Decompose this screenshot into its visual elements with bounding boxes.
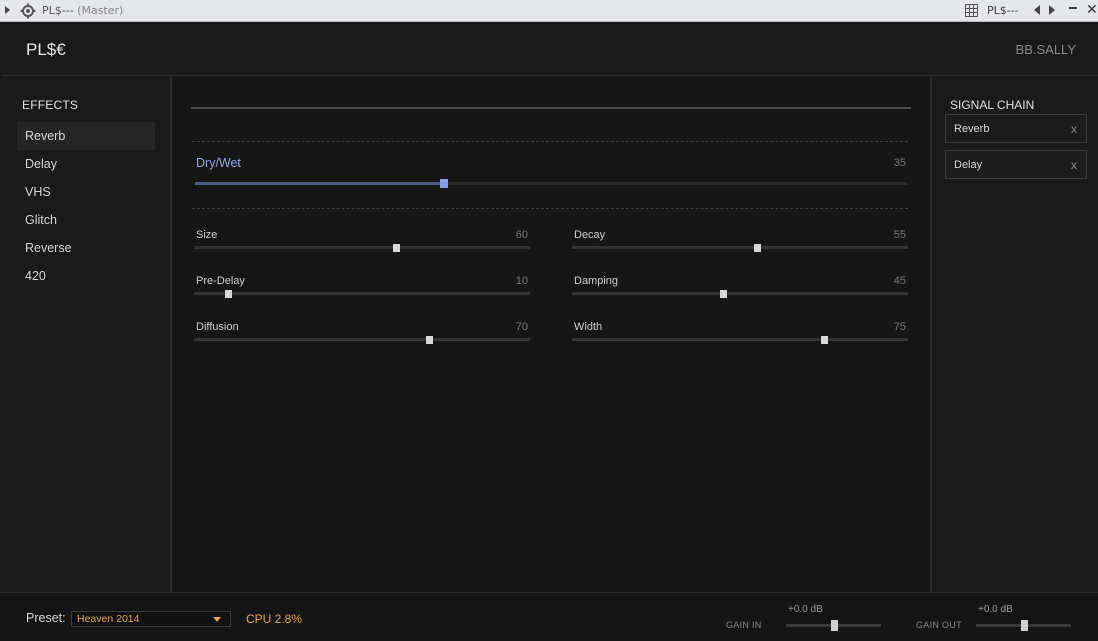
remove-button[interactable]: x bbox=[1071, 158, 1079, 172]
chain-item-delay[interactable]: Delay x bbox=[945, 150, 1087, 179]
gain-in-slider-thumb[interactable] bbox=[830, 620, 838, 631]
host-title-bar: PL$--- (Master) PL$--- ✕ bbox=[0, 0, 1098, 22]
dry-wet-slider-fill bbox=[195, 182, 445, 185]
signal-chain-panel: SIGNAL CHAIN Reverb x Delay x bbox=[930, 77, 1098, 592]
gain-out-slider-thumb[interactable] bbox=[1020, 620, 1028, 631]
divider bbox=[192, 208, 908, 209]
param-value: 70 bbox=[515, 321, 528, 333]
param-pre-delay: Pre-Delay 10 bbox=[194, 275, 530, 315]
chain-item-label: Reverb bbox=[954, 123, 990, 135]
preset-label: Preset: bbox=[26, 611, 66, 625]
param-value: 10 bbox=[515, 275, 528, 287]
preset-value: Heaven 2014 bbox=[77, 613, 140, 625]
param-value: 55 bbox=[893, 229, 906, 241]
gain-in-slider[interactable] bbox=[786, 620, 881, 631]
param-decay: Decay 55 bbox=[572, 229, 908, 269]
effect-list: Reverb Delay VHS Glitch Reverse 420 bbox=[17, 122, 155, 290]
damping-slider[interactable] bbox=[572, 290, 908, 298]
host-plugin-name[interactable]: PL$--- bbox=[987, 4, 1031, 18]
param-damping: Damping 45 bbox=[572, 275, 908, 315]
cpu-readout: CPU 2.8% bbox=[246, 612, 303, 626]
expand-arrow-icon[interactable] bbox=[5, 6, 10, 14]
dry-wet-slider-thumb[interactable] bbox=[440, 179, 449, 188]
pre-delay-slider-thumb[interactable] bbox=[224, 290, 232, 298]
param-diffusion: Diffusion 70 bbox=[194, 321, 530, 361]
app-title: PL$€ bbox=[26, 40, 66, 59]
host-window-title: PL$--- (Master) bbox=[42, 4, 123, 17]
param-label: Width bbox=[574, 321, 603, 333]
width-slider[interactable] bbox=[572, 336, 908, 344]
remove-button[interactable]: x bbox=[1071, 122, 1079, 136]
pre-delay-slider[interactable] bbox=[194, 290, 530, 298]
diffusion-slider-thumb[interactable] bbox=[426, 336, 434, 344]
host-title-text: PL$--- bbox=[42, 4, 74, 17]
gear-icon[interactable] bbox=[20, 3, 36, 19]
param-label: Diffusion bbox=[196, 321, 239, 333]
effect-item-delay[interactable]: Delay bbox=[17, 150, 155, 178]
prev-arrow-icon[interactable] bbox=[1034, 5, 1040, 15]
size-slider[interactable] bbox=[194, 244, 530, 252]
decay-slider[interactable] bbox=[572, 244, 908, 252]
effect-item-vhs[interactable]: VHS bbox=[17, 178, 155, 206]
dry-wet-slider[interactable] bbox=[195, 179, 907, 188]
gain-out-value: +0.0 dB bbox=[978, 604, 1013, 615]
size-slider-thumb[interactable] bbox=[392, 244, 400, 252]
footer-bar: Preset: Heaven 2014 CPU 2.8% +0.0 dB GAI… bbox=[0, 592, 1098, 641]
param-value: 45 bbox=[893, 275, 906, 287]
effect-item-glitch[interactable]: Glitch bbox=[17, 206, 155, 234]
width-slider-thumb[interactable] bbox=[821, 336, 828, 344]
divider bbox=[192, 141, 908, 142]
param-label: Pre-Delay bbox=[196, 275, 245, 287]
plugin-header: PL$€ BB.SALLY bbox=[2, 23, 1098, 76]
dry-wet-value: 35 bbox=[893, 157, 906, 169]
param-size: Size 60 bbox=[194, 229, 530, 269]
signal-chain-heading: SIGNAL CHAIN bbox=[950, 98, 1035, 112]
close-icon[interactable]: ✕ bbox=[1086, 1, 1098, 19]
param-value: 60 bbox=[515, 229, 528, 241]
minimize-icon[interactable] bbox=[1069, 7, 1077, 9]
effects-heading: EFFECTS bbox=[22, 98, 79, 112]
dry-wet-label: Dry/Wet bbox=[196, 156, 241, 170]
user-name: BB.SALLY bbox=[1015, 42, 1076, 57]
effect-item-420[interactable]: 420 bbox=[17, 262, 155, 290]
param-label: Damping bbox=[574, 275, 619, 287]
gain-in-label: GAIN IN bbox=[726, 620, 762, 630]
preset-dropdown[interactable]: Heaven 2014 bbox=[71, 611, 231, 627]
grid-icon[interactable] bbox=[965, 4, 978, 17]
next-arrow-icon[interactable] bbox=[1049, 5, 1055, 15]
param-width: Width 75 bbox=[572, 321, 908, 361]
divider bbox=[191, 107, 911, 109]
param-value: 75 bbox=[893, 321, 906, 333]
chain-item-label: Delay bbox=[954, 159, 983, 171]
gain-out-label: GAIN OUT bbox=[916, 620, 962, 630]
damping-slider-thumb[interactable] bbox=[720, 290, 728, 298]
param-label: Size bbox=[196, 229, 218, 241]
gain-in-value: +0.0 dB bbox=[788, 604, 823, 615]
effects-sidebar: EFFECTS Reverb Delay VHS Glitch Reverse … bbox=[2, 77, 172, 592]
effect-item-reverb[interactable]: Reverb bbox=[17, 122, 155, 150]
decay-slider-thumb[interactable] bbox=[753, 244, 761, 252]
parameter-panel: Dry/Wet 35 Size 60 Decay 55 Pre-Delay 10… bbox=[172, 77, 930, 592]
dropdown-caret-icon bbox=[213, 617, 221, 622]
chain-item-reverb[interactable]: Reverb x bbox=[945, 114, 1087, 143]
gain-out-slider[interactable] bbox=[976, 620, 1071, 631]
param-label: Decay bbox=[574, 229, 606, 241]
host-title-subtitle: (Master) bbox=[77, 4, 124, 17]
diffusion-slider[interactable] bbox=[194, 336, 530, 344]
effect-item-reverse[interactable]: Reverse bbox=[17, 234, 155, 262]
